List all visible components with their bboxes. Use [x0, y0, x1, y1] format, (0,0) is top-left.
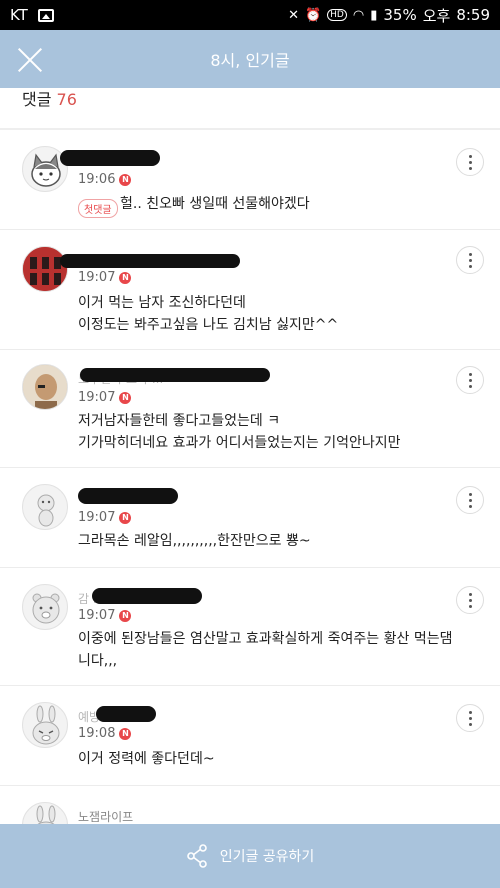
share-icon: [186, 844, 207, 868]
comment-count-number: 76: [56, 90, 77, 109]
comment-text: 저거남자들한테 좋다고들었는데 ㅋ 기가막히더네요 효과가 어디서들었는지는 기…: [78, 413, 401, 451]
time-text: 19:07: [78, 510, 116, 525]
comment-text: 헐.. 친오빠 생일때 선물해야겠다: [120, 196, 310, 212]
avatar-photo[interactable]: [22, 364, 68, 410]
comment-text: 이중에 된장남들은 염산말고 효과확실하게 죽여주는 황산 먹는댐 니다,,,: [78, 631, 453, 669]
comment-item: 노잼라이프: [0, 786, 500, 848]
comment-item: 노구인가 노가 ... 19:07 N 저거남자들한테 좋다고들었는데 ㅋ 기가…: [0, 350, 500, 468]
alarm-icon: ⏰: [304, 7, 322, 23]
signal-icon: ▮: [370, 7, 378, 23]
battery-percent: 35%: [383, 6, 417, 24]
app-header: 8시, 인기글: [0, 30, 500, 88]
more-options-button[interactable]: [456, 586, 484, 614]
first-comment-badge: 첫댓글: [78, 199, 118, 218]
mute-icon: ✕: [288, 7, 299, 23]
time-prefix: 오후: [422, 6, 451, 25]
comment-time: 19:07 N: [78, 270, 132, 285]
redacted-username: [96, 706, 156, 722]
redacted-username: [60, 254, 240, 268]
share-label: 인기글 공유하기: [219, 849, 315, 865]
new-badge: N: [119, 727, 132, 740]
new-badge: N: [119, 391, 132, 404]
comment-item: 감 ... 19:07 N 이중에 된장남들은 염산말고 효과확실하게 죽여주는…: [0, 568, 500, 686]
comment-username: 노잼라이프: [78, 810, 134, 824]
carrier-label: KT: [10, 6, 28, 24]
comment-time: 19:08 N: [78, 726, 132, 741]
comment-item: 19:07 N 그라목손 레알임,,,,,,,,,,한잔만으로 뿅~: [0, 468, 500, 568]
new-badge: N: [119, 609, 132, 622]
clock: 8:59: [456, 6, 490, 24]
new-badge: N: [119, 271, 132, 284]
more-options-button[interactable]: [456, 486, 484, 514]
page-title: 8시, 인기글: [210, 51, 290, 70]
redacted-username: [78, 488, 178, 504]
comment-item: 예방 ... 19:08 N 이거 정력에 좋다던데~: [0, 686, 500, 786]
comment-text: 이거 정력에 좋다던데~: [78, 751, 215, 767]
comment-text: 이거 먹는 남자 조신하다던데 이정도는 봐주고싶음 나도 김치남 싫지만^^: [78, 295, 339, 333]
share-button[interactable]: 인기글 공유하기: [0, 824, 500, 888]
more-options-button[interactable]: [456, 366, 484, 394]
comment-time: 19:07 N: [78, 510, 132, 525]
status-bar: KT ✕ ⏰ HD ◠ ▮ 35% 오후 8:59: [0, 0, 500, 30]
more-options-button[interactable]: [456, 704, 484, 732]
redacted-username: [60, 150, 160, 166]
time-text: 19:08: [78, 726, 116, 741]
comment-time: 19:06 N: [78, 172, 132, 187]
time-text: 19:07: [78, 270, 116, 285]
new-badge: N: [119, 511, 132, 524]
gallery-notification-icon: [37, 8, 54, 22]
time-text: 19:07: [78, 608, 116, 623]
comment-count-header: 댓글 76: [22, 86, 77, 110]
time-text: 19:07: [78, 390, 116, 405]
more-options-button[interactable]: [456, 246, 484, 274]
close-button[interactable]: [16, 46, 44, 74]
comment-text: 그라목손 레알임,,,,,,,,,,한잔만으로 뿅~: [78, 533, 311, 549]
comment-time: 19:07 N: [78, 608, 132, 623]
avatar-rabbit-icon[interactable]: [22, 702, 68, 748]
redacted-username: [92, 588, 202, 604]
comment-time: 19:07 N: [78, 390, 132, 405]
comment-item: 19:06 N 첫댓글 헐.. 친오빠 생일때 선물해야겠다: [0, 130, 500, 230]
avatar-photo[interactable]: [22, 246, 68, 292]
time-text: 19:06: [78, 172, 116, 187]
wifi-icon: ◠: [352, 7, 365, 23]
avatar-character-icon[interactable]: [22, 484, 68, 530]
comment-count-label: 댓글: [22, 90, 52, 109]
new-badge: N: [119, 173, 132, 186]
avatar-bear-icon[interactable]: [22, 584, 68, 630]
redacted-username: [80, 368, 270, 382]
comment-item: 19:07 N 이거 먹는 남자 조신하다던데 이정도는 봐주고싶음 나도 김치…: [0, 230, 500, 350]
hd-icon: HD: [327, 9, 347, 21]
more-options-button[interactable]: [456, 148, 484, 176]
